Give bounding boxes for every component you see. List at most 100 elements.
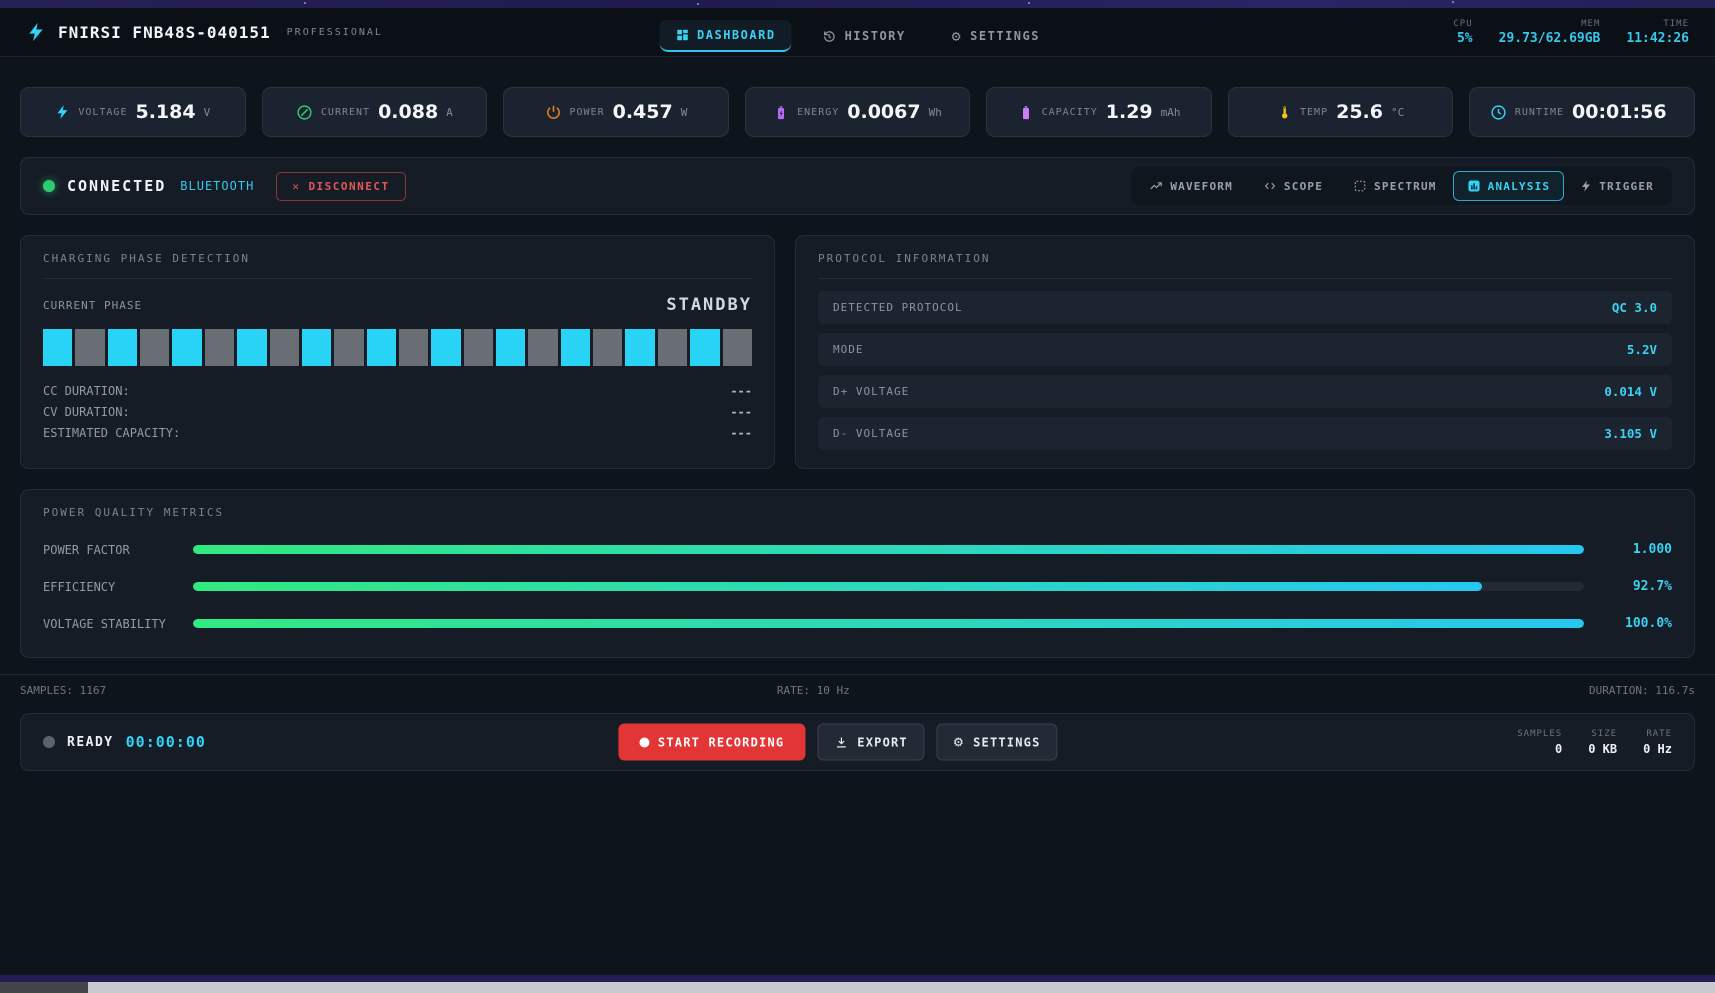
- metric-card-voltage: VOLTAGE 5.184 V: [20, 87, 246, 137]
- tab-settings[interactable]: ⚙ SETTINGS: [936, 21, 1056, 52]
- row-label: ESTIMATED CAPACITY:: [43, 426, 180, 440]
- scrollbar-thumb[interactable]: [0, 982, 88, 993]
- metric-unit: V: [204, 106, 211, 119]
- tab-history[interactable]: HISTORY: [806, 21, 922, 52]
- tab-dashboard[interactable]: DASHBOARD: [659, 20, 792, 52]
- metric-value: 00:01:56: [1572, 101, 1667, 123]
- settings-label: SETTINGS: [973, 735, 1040, 749]
- recorder-stat: RATE 0 Hz: [1643, 729, 1672, 756]
- metric-label: TEMP: [1300, 107, 1328, 118]
- protocol-info-panel: PROTOCOL INFORMATION DETECTED PROTOCOL Q…: [795, 235, 1695, 469]
- close-icon: ✕: [292, 180, 300, 193]
- row-label: CC DURATION:: [43, 384, 130, 398]
- recorder-settings-button[interactable]: ⚙ SETTINGS: [937, 724, 1058, 761]
- metric-card-power: POWER 0.457 W: [503, 87, 729, 137]
- row-value: 3.105 V: [1604, 426, 1657, 441]
- metric-unit: A: [446, 106, 453, 119]
- row-label: D- VOLTAGE: [833, 427, 909, 440]
- starfield-strip: [0, 0, 1715, 8]
- phase-segment: [399, 329, 428, 366]
- protocol-row: DETECTED PROTOCOL QC 3.0: [818, 291, 1672, 324]
- metric-card-current: CURRENT 0.088 A: [262, 87, 488, 137]
- progress-track: [193, 582, 1584, 591]
- panel-title: POWER QUALITY METRICS: [21, 490, 1694, 532]
- app-header: FNIRSI FNB48S-040151 PROFESSIONAL DASHBO…: [0, 8, 1715, 57]
- horizontal-scrollbar[interactable]: [0, 982, 1715, 993]
- progress-fill: [193, 619, 1584, 628]
- charging-rows: CC DURATION: --- CV DURATION: ---: [43, 380, 752, 443]
- charging-row: ESTIMATED CAPACITY: ---: [43, 422, 752, 443]
- protocol-row: D+ VOLTAGE 0.014 V: [818, 375, 1672, 408]
- export-button[interactable]: EXPORT: [817, 724, 925, 761]
- row-value: ---: [730, 405, 752, 419]
- phase-segment: [464, 329, 493, 366]
- battery-icon: [1018, 103, 1034, 122]
- stat-value: 0: [1555, 742, 1562, 756]
- panels-row: CHARGING PHASE DETECTION CURRENT PHASE S…: [20, 235, 1695, 469]
- progress-fill: [193, 545, 1584, 554]
- dashed-frame-icon: [1353, 179, 1367, 193]
- quality-row: POWER FACTOR 1.000: [43, 542, 1672, 557]
- recorder-stats: SAMPLES 0 SIZE 0 KB RATE 0 Hz: [1517, 729, 1672, 756]
- phase-segment: [561, 329, 590, 366]
- phase-segment: [496, 329, 525, 366]
- current-icon: [296, 104, 313, 121]
- protocol-rows: DETECTED PROTOCOL QC 3.0 MODE 5.2V D+ VO…: [796, 279, 1694, 468]
- phase-segment: [205, 329, 234, 366]
- brand: FNIRSI FNB48S-040151 PROFESSIONAL: [26, 20, 383, 44]
- phase-segment: [108, 329, 137, 366]
- stat-value: 5%: [1457, 31, 1473, 46]
- bolt-icon: [55, 103, 70, 121]
- phase-segment: [75, 329, 104, 366]
- view-tab-label: TRIGGER: [1599, 180, 1654, 193]
- charging-row: CV DURATION: ---: [43, 401, 752, 422]
- system-stats: CPU 5% MEM 29.73/62.69GB TIME 11:42:26: [1453, 19, 1689, 46]
- star-dot: [1452, 1, 1454, 3]
- stat-value: 0 KB: [1588, 742, 1617, 756]
- phase-segment: [172, 329, 201, 366]
- phase-segment: [625, 329, 654, 366]
- recorder-timer: 00:00:00: [126, 733, 206, 751]
- metric-label: ENERGY: [797, 107, 839, 118]
- disconnect-button[interactable]: ✕ DISCONNECT: [276, 172, 405, 201]
- view-tab-spectrum[interactable]: SPECTRUM: [1339, 171, 1451, 201]
- rate-status: RATE: 10 Hz: [777, 684, 850, 697]
- phase-segment: [690, 329, 719, 366]
- row-label: DETECTED PROTOCOL: [833, 301, 963, 314]
- metric-label: VOLTAGE: [78, 107, 127, 118]
- phase-segment: [593, 329, 622, 366]
- record-dot-icon: [639, 737, 649, 747]
- metric-cards-row: VOLTAGE 5.184 V CURRENT 0.088 A PO: [20, 87, 1695, 137]
- view-tab-analysis[interactable]: ANALYSIS: [1453, 171, 1565, 201]
- app-window: FNIRSI FNB48S-040151 PROFESSIONAL DASHBO…: [0, 8, 1715, 975]
- view-tab-trigger[interactable]: TRIGGER: [1566, 171, 1668, 201]
- metric-label: CAPACITY: [1042, 107, 1098, 118]
- phase-segment: [140, 329, 169, 366]
- status-strip: SAMPLES: 1167 RATE: 10 Hz DURATION: 116.…: [0, 674, 1715, 697]
- stat-label: MEM: [1581, 19, 1600, 29]
- start-recording-button[interactable]: START RECORDING: [618, 724, 805, 761]
- quality-row: EFFICIENCY 92.7%: [43, 579, 1672, 594]
- connection-status: CONNECTED: [67, 177, 166, 195]
- recorder-bar: READY 00:00:00 START RECORDING EXPORT: [20, 713, 1695, 771]
- connection-transport: BLUETOOTH: [180, 179, 254, 193]
- progress-fill: [193, 582, 1482, 591]
- protocol-row: D- VOLTAGE 3.105 V: [818, 417, 1672, 450]
- metric-unit: Wh: [929, 106, 942, 119]
- row-label: EFFICIENCY: [43, 580, 193, 594]
- row-label: VOLTAGE STABILITY: [43, 617, 193, 631]
- row-value: 92.7%: [1610, 579, 1672, 594]
- waveform-icon: [1149, 179, 1163, 193]
- metric-card-temp: TEMP 25.6 °C: [1228, 87, 1454, 137]
- bar-chart-icon: [1467, 179, 1481, 193]
- metric-value: 1.29: [1106, 101, 1153, 123]
- view-tab-scope[interactable]: SCOPE: [1249, 171, 1337, 201]
- metric-label: RUNTIME: [1515, 107, 1564, 118]
- phase-segment-bar: [43, 329, 752, 366]
- recorder-state: READY: [67, 735, 114, 750]
- view-tab-waveform[interactable]: WAVEFORM: [1135, 171, 1247, 201]
- stat-label: CPU: [1453, 19, 1472, 29]
- start-recording-label: START RECORDING: [658, 735, 784, 749]
- metric-value: 0.0067: [847, 101, 920, 123]
- disconnect-label: DISCONNECT: [308, 180, 389, 193]
